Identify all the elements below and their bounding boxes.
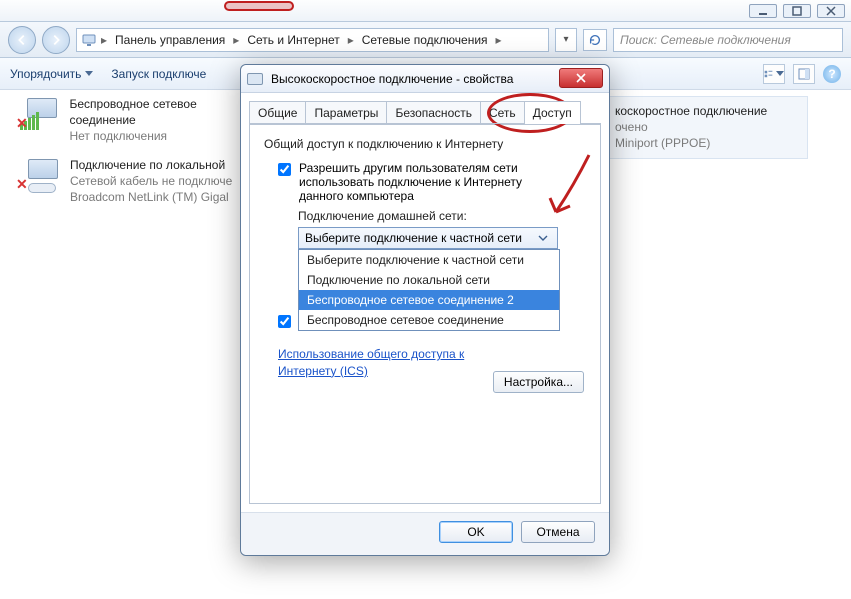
- dropdown-option[interactable]: Выберите подключение к частной сети: [299, 250, 559, 270]
- chevron-down-icon: [535, 230, 551, 246]
- chevron-right-icon: ▸: [346, 33, 356, 47]
- allow-control-checkbox[interactable]: [278, 315, 291, 328]
- search-input[interactable]: Поиск: Сетевые подключения: [613, 28, 843, 52]
- dialog-buttons: OK Отмена: [241, 512, 609, 555]
- view-options-button[interactable]: [763, 64, 785, 84]
- dialog-title: Высокоскоростное подключение - свойства: [271, 72, 513, 86]
- start-connection-button[interactable]: Запуск подключе: [111, 67, 206, 81]
- tab-general[interactable]: Общие: [249, 101, 306, 124]
- connection-title: Беспроводное сетевое соединение: [69, 96, 264, 128]
- dropdown-option[interactable]: Беспроводное сетевое соединение 2: [299, 290, 559, 310]
- home-network-dropdown: Выберите подключение к частной сети Подк…: [298, 249, 560, 331]
- dropdown-option[interactable]: Подключение по локальной сети: [299, 270, 559, 290]
- tab-security[interactable]: Безопасность: [386, 101, 481, 124]
- minimize-button[interactable]: [749, 4, 777, 18]
- wifi-disabled-icon: ✕: [16, 96, 59, 132]
- preview-pane-button[interactable]: [793, 64, 815, 84]
- maximize-button[interactable]: [783, 4, 811, 18]
- tab-panel-sharing: Общий доступ к подключению к Интернету Р…: [249, 124, 601, 504]
- allow-sharing-label: Разрешить другим пользователям сети испо…: [299, 161, 559, 203]
- connection-status: Сетевой кабель не подключе: [70, 173, 232, 189]
- breadcrumb[interactable]: ▸ Панель управления ▸ Сеть и Интернет ▸ …: [76, 28, 549, 52]
- allow-sharing-checkbox[interactable]: [278, 163, 291, 176]
- modem-icon: [247, 73, 263, 85]
- forward-button[interactable]: [42, 26, 70, 54]
- close-button[interactable]: [817, 4, 845, 18]
- connection-item[interactable]: ✕ Подключение по локальной Сетевой кабел…: [10, 151, 270, 212]
- help-icon[interactable]: ?: [823, 65, 841, 83]
- connection-title: Подключение по локальной: [70, 157, 232, 173]
- connection-adapter: Broadcom NetLink (TM) Gigal: [70, 189, 232, 205]
- chevron-down-icon: [776, 71, 784, 76]
- connection-item[interactable]: ✕ Беспроводное сетевое соединение Нет по…: [10, 90, 270, 151]
- chevron-right-icon: ▸: [231, 33, 241, 47]
- chevron-right-icon: ▸: [494, 33, 504, 47]
- tab-sharing[interactable]: Доступ: [524, 101, 581, 124]
- connection-status: очено: [615, 119, 767, 135]
- navigation-bar: ▸ Панель управления ▸ Сеть и Интернет ▸ …: [0, 22, 851, 58]
- combo-value: Выберите подключение к частной сети: [305, 231, 522, 245]
- chevron-down-icon: [85, 71, 93, 76]
- cancel-button[interactable]: Отмена: [521, 521, 595, 543]
- connection-title: коскоростное подключение: [615, 103, 767, 119]
- history-dropdown[interactable]: ▾: [555, 28, 577, 52]
- back-button[interactable]: [8, 26, 36, 54]
- window-titlebar: [0, 0, 851, 22]
- properties-dialog: Высокоскоростное подключение - свойства …: [240, 64, 610, 556]
- home-network-combo[interactable]: Выберите подключение к частной сети Выбе…: [298, 227, 558, 249]
- breadcrumb-item[interactable]: Сеть и Интернет: [243, 31, 343, 49]
- dialog-titlebar[interactable]: Высокоскоростное подключение - свойства: [241, 65, 609, 93]
- search-placeholder: Поиск: Сетевые подключения: [620, 33, 791, 47]
- settings-button[interactable]: Настройка...: [493, 371, 584, 393]
- chevron-right-icon: ▸: [99, 33, 109, 47]
- breadcrumb-item[interactable]: Сетевые подключения: [358, 31, 492, 49]
- tab-strip: Общие Параметры Безопасность Сеть Доступ: [241, 93, 609, 124]
- connection-item[interactable]: коскоростное подключение очено Miniport …: [608, 96, 808, 159]
- connection-adapter: Miniport (PPPOE): [615, 135, 767, 151]
- tab-options[interactable]: Параметры: [305, 101, 387, 124]
- breadcrumb-item[interactable]: Панель управления: [111, 31, 229, 49]
- group-title: Общий доступ к подключению к Интернету: [264, 137, 586, 151]
- dialog-close-button[interactable]: [559, 68, 603, 88]
- dropdown-option[interactable]: Беспроводное сетевое соединение: [299, 310, 559, 330]
- refresh-button[interactable]: [583, 29, 607, 51]
- network-icon: [81, 32, 97, 48]
- tab-network[interactable]: Сеть: [480, 101, 525, 124]
- ok-button[interactable]: OK: [439, 521, 513, 543]
- home-network-label: Подключение домашней сети:: [298, 209, 586, 223]
- ethernet-disabled-icon: ✕: [16, 157, 60, 193]
- organize-menu[interactable]: Упорядочить: [10, 67, 93, 81]
- connection-status: Нет подключения: [69, 128, 264, 144]
